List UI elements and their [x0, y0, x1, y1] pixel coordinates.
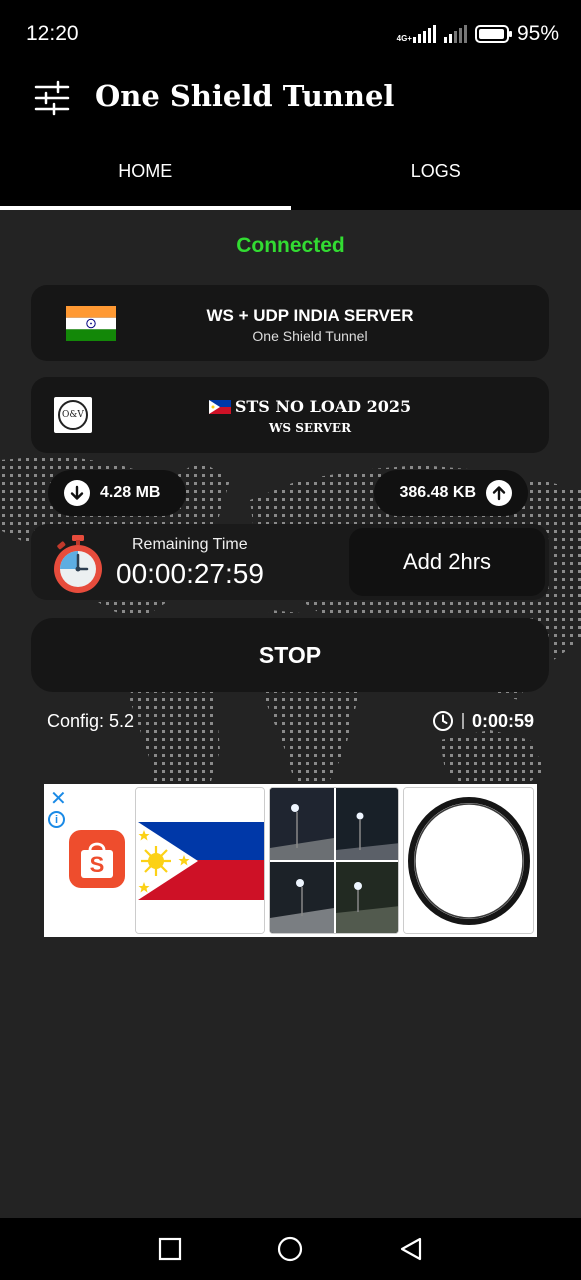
download-counter: 4.28 MB [48, 470, 186, 516]
cellular-signal-2-icon [443, 25, 467, 43]
status-icons: 4G+ 95% [397, 22, 559, 46]
clock-icon [432, 711, 453, 731]
solar-lights-image [270, 788, 398, 933]
upload-value: 386.48 KB [399, 484, 477, 501]
tab-home[interactable]: HOME [0, 140, 291, 210]
philippines-flag-icon [208, 399, 231, 414]
recents-square-icon[interactable] [157, 1236, 183, 1262]
payload-title: STS NO LOAD 2025 [31, 397, 549, 416]
download-arrow-icon [64, 480, 90, 506]
close-ad-icon[interactable]: ✕ [50, 786, 67, 811]
remaining-time-label: Remaining Time [132, 536, 248, 553]
add-time-button[interactable]: Add 2hrs [349, 528, 545, 596]
config-version: Config: 5.2 [47, 711, 135, 731]
payload-selector[interactable]: O&V STS NO LOAD 2025 WS SERVER [31, 377, 549, 453]
stop-button[interactable]: STOP [31, 618, 549, 692]
status-time: 12:20 [26, 22, 79, 45]
sliders-icon[interactable] [32, 78, 72, 118]
server-selector[interactable]: WS + UDP INDIA SERVER One Shield Tunnel [31, 285, 549, 361]
shopee-bag-icon[interactable]: S [69, 830, 125, 888]
cellular-signal-icon: 4G+ [397, 25, 436, 43]
home-content: Connected WS + UDP INDIA SERVER One Shie… [0, 210, 581, 1218]
system-navigation-bar [0, 1218, 581, 1280]
payload-type: WS SERVER [268, 421, 352, 435]
connection-status: Connected [236, 234, 345, 257]
svg-text:S: S [90, 852, 105, 877]
battery-percent: 95% [516, 22, 559, 45]
payload-name: STS NO LOAD 2025 [234, 397, 412, 416]
o-ring-image [404, 788, 533, 933]
remaining-time-value: 00:00:27:59 [116, 558, 264, 589]
network-tag: 4G+ [396, 34, 412, 43]
tab-logs[interactable]: LOGS [291, 140, 581, 210]
server-name: WS + UDP INDIA SERVER [206, 306, 414, 325]
session-timer: 0:00:59 [432, 710, 534, 732]
ad-tile-philippine-flag[interactable] [135, 787, 265, 934]
server-subtitle: One Shield Tunnel [252, 328, 368, 344]
download-value: 4.28 MB [100, 484, 161, 501]
ad-banner[interactable]: ✕ i S [44, 784, 537, 937]
ad-tile-solar-street-lights[interactable] [269, 787, 399, 934]
ad-info-icon[interactable]: i [48, 811, 65, 828]
upload-counter: 386.48 KB [374, 470, 528, 516]
stopwatch-icon [54, 535, 102, 593]
back-triangle-icon[interactable] [398, 1236, 424, 1262]
app-title: One Shield Tunnel [95, 79, 395, 113]
ad-tile-rubber-o-ring[interactable] [403, 787, 534, 934]
philippine-flag-image [136, 788, 264, 933]
separator [461, 713, 464, 729]
home-circle-icon[interactable] [277, 1236, 303, 1262]
battery-icon [474, 25, 512, 43]
remaining-time-card: Remaining Time 00:00:27:59 Add 2hrs [31, 524, 549, 600]
session-time-value: 0:00:59 [471, 710, 534, 731]
upload-arrow-icon [486, 480, 512, 506]
app-bar: One Shield Tunnel [0, 64, 581, 140]
status-bar: 12:20 4G+ 95% [0, 0, 581, 64]
tab-bar: HOME LOGS [0, 140, 581, 210]
